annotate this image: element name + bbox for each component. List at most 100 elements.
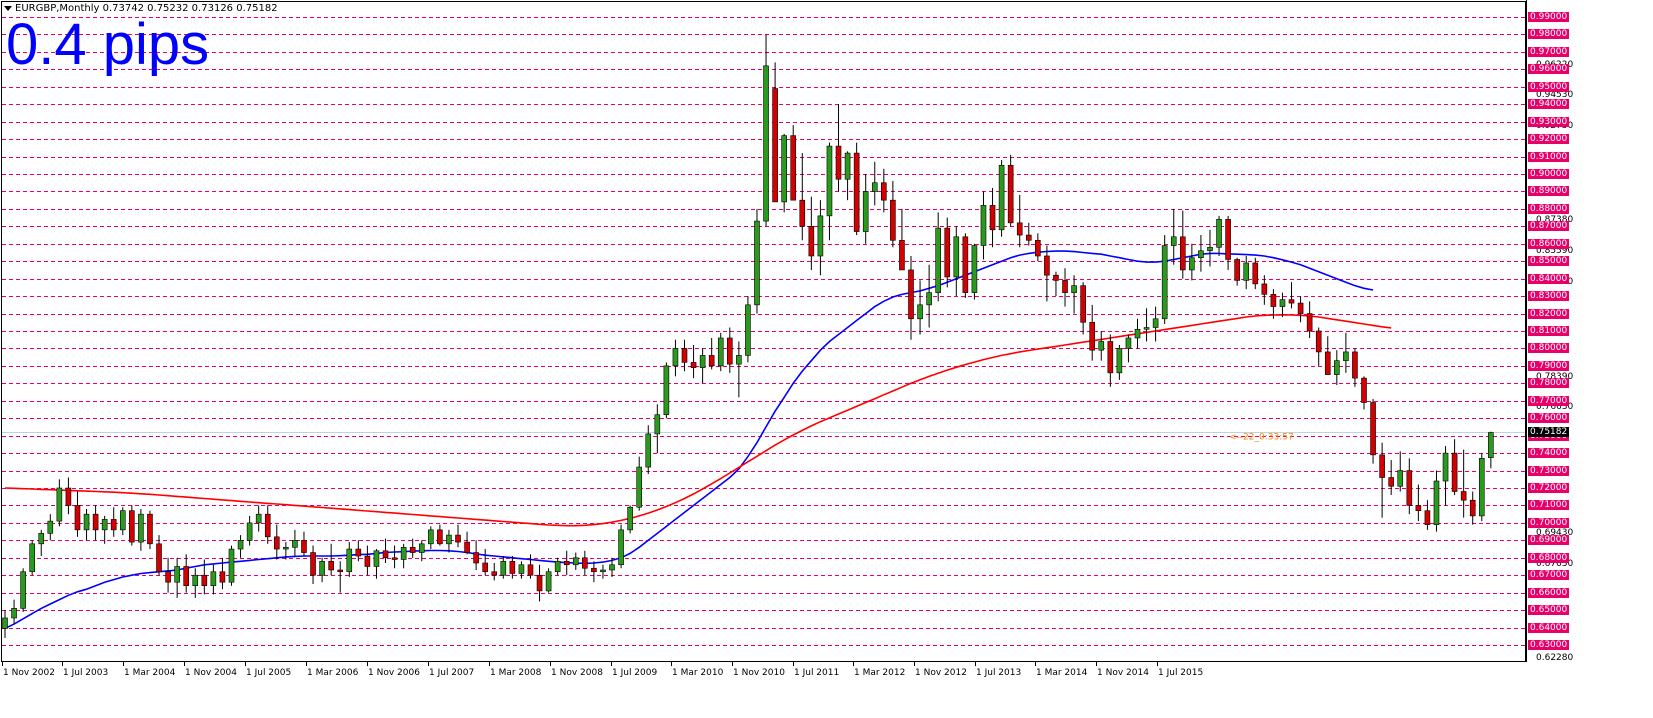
candle[interactable] xyxy=(147,510,153,550)
candle[interactable] xyxy=(1125,334,1132,363)
candle[interactable] xyxy=(337,561,344,593)
candle[interactable] xyxy=(890,180,896,248)
candle[interactable] xyxy=(763,34,769,227)
candle[interactable] xyxy=(582,550,588,576)
candle[interactable] xyxy=(1352,348,1358,387)
candle[interactable] xyxy=(74,491,81,537)
candle[interactable] xyxy=(409,538,416,558)
candle[interactable] xyxy=(808,196,815,270)
candle[interactable] xyxy=(292,529,298,557)
candle[interactable] xyxy=(663,362,670,419)
candle[interactable] xyxy=(482,549,488,576)
candle[interactable] xyxy=(817,200,824,276)
candle[interactable] xyxy=(473,540,479,570)
candle[interactable] xyxy=(772,62,778,203)
candle[interactable] xyxy=(20,568,26,612)
candle[interactable] xyxy=(92,505,99,541)
candle[interactable] xyxy=(210,564,217,595)
candle[interactable] xyxy=(101,515,108,544)
candle[interactable] xyxy=(1234,257,1240,286)
candle[interactable] xyxy=(38,529,45,557)
candle[interactable] xyxy=(1243,255,1250,290)
candle[interactable] xyxy=(1053,271,1059,297)
candle[interactable] xyxy=(1397,451,1404,492)
candle[interactable] xyxy=(165,557,171,593)
candlestick-chart[interactable]: 1 Nov 2002 1 Jul 2003 1 Mar 2004 1 Nov 2004… xyxy=(0,0,1653,718)
candle[interactable] xyxy=(1007,154,1014,227)
candle[interactable] xyxy=(1442,446,1449,506)
candle[interactable] xyxy=(1297,296,1304,323)
candle[interactable] xyxy=(138,508,144,551)
candle[interactable] xyxy=(183,554,189,593)
candle[interactable] xyxy=(717,332,724,372)
candle[interactable] xyxy=(1306,301,1313,338)
candle[interactable] xyxy=(464,531,470,555)
candle[interactable] xyxy=(373,549,380,579)
candle[interactable] xyxy=(1080,282,1086,335)
candle[interactable] xyxy=(971,243,978,300)
candle[interactable] xyxy=(1388,460,1394,495)
candle[interactable] xyxy=(591,561,597,583)
candle[interactable] xyxy=(1469,491,1476,525)
candle[interactable] xyxy=(799,153,806,241)
candle[interactable] xyxy=(980,191,987,260)
candle[interactable] xyxy=(1315,327,1322,366)
candle[interactable] xyxy=(328,543,334,576)
candle[interactable] xyxy=(1451,439,1458,495)
candle[interactable] xyxy=(437,524,443,546)
candle[interactable] xyxy=(11,599,17,625)
candle[interactable] xyxy=(835,104,842,192)
candle[interactable] xyxy=(844,151,851,201)
candle[interactable] xyxy=(1207,229,1213,267)
candle[interactable] xyxy=(853,142,860,236)
candle[interactable] xyxy=(745,296,751,363)
candle[interactable] xyxy=(790,125,797,201)
candle[interactable] xyxy=(944,217,951,288)
candle[interactable] xyxy=(1161,235,1168,325)
candle[interactable] xyxy=(1180,210,1186,279)
candle[interactable] xyxy=(174,557,180,598)
candle[interactable] xyxy=(129,505,135,546)
candle[interactable] xyxy=(899,208,905,271)
candle[interactable] xyxy=(1216,215,1222,256)
candle[interactable] xyxy=(364,545,371,576)
candle[interactable] xyxy=(826,142,833,241)
candle[interactable] xyxy=(1035,233,1041,262)
candle[interactable] xyxy=(545,568,552,593)
candle[interactable] xyxy=(1488,431,1494,469)
candle[interactable] xyxy=(310,545,316,584)
candle[interactable] xyxy=(998,160,1005,237)
candle[interactable] xyxy=(636,456,643,511)
candle[interactable] xyxy=(527,554,534,579)
candle[interactable] xyxy=(572,552,579,570)
candle[interactable] xyxy=(1116,344,1123,380)
candle[interactable] xyxy=(428,526,434,550)
candle[interactable] xyxy=(1460,449,1467,518)
candle[interactable] xyxy=(1044,245,1050,302)
dropdown-triangle-icon[interactable] xyxy=(4,5,12,11)
candle[interactable] xyxy=(1478,453,1485,522)
candle[interactable] xyxy=(83,508,90,541)
candle[interactable] xyxy=(382,538,389,564)
candle[interactable] xyxy=(672,339,679,377)
candle[interactable] xyxy=(1288,282,1295,309)
candle[interactable] xyxy=(618,524,624,569)
candle[interactable] xyxy=(47,514,54,541)
candle[interactable] xyxy=(491,563,498,581)
candle[interactable] xyxy=(1089,304,1095,361)
candle[interactable] xyxy=(1062,268,1068,307)
candle[interactable] xyxy=(273,524,280,560)
candle[interactable] xyxy=(989,187,996,248)
candle[interactable] xyxy=(29,540,35,576)
candle[interactable] xyxy=(446,529,452,553)
candle[interactable] xyxy=(255,505,262,532)
candle[interactable] xyxy=(1071,275,1077,314)
candle[interactable] xyxy=(455,524,461,548)
candle[interactable] xyxy=(1098,331,1105,361)
candle[interactable] xyxy=(119,507,126,536)
candle[interactable] xyxy=(1016,194,1023,248)
candle[interactable] xyxy=(917,280,923,335)
candle[interactable] xyxy=(56,479,63,527)
candle[interactable] xyxy=(2,610,8,639)
candle[interactable] xyxy=(563,550,570,576)
